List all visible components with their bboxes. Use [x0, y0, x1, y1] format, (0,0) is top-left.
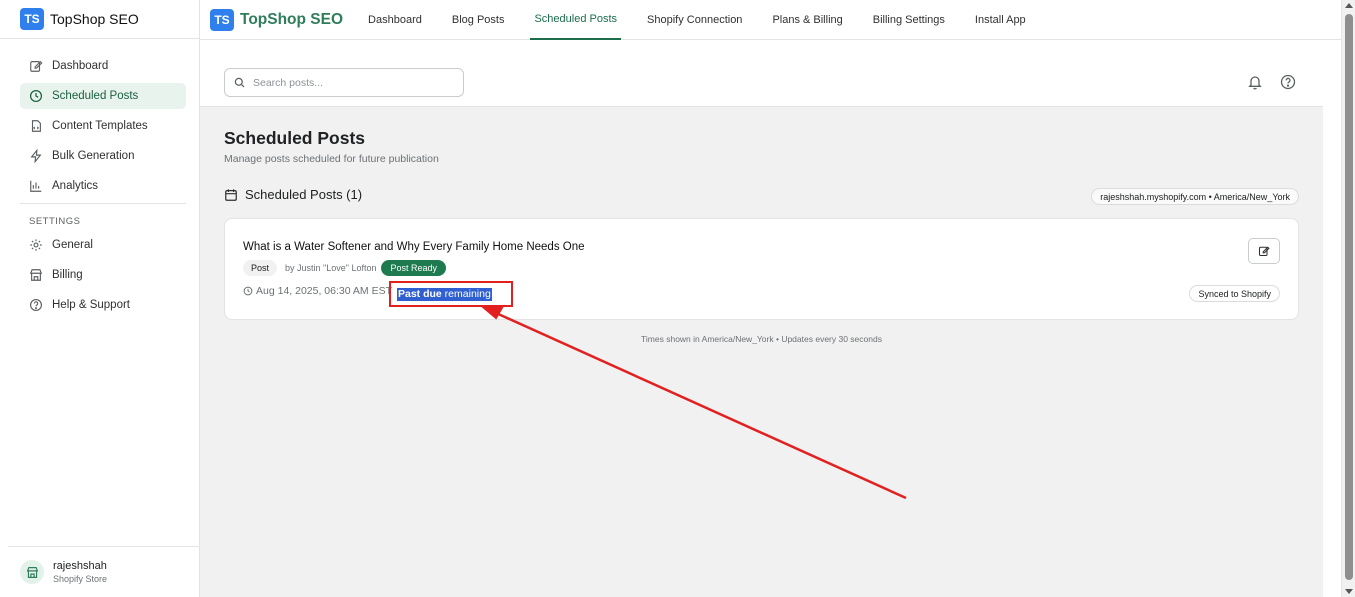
- store-timezone-badge: rajeshshah.myshopify.com • America/New_Y…: [1091, 188, 1299, 205]
- calendar-icon: [225, 188, 237, 201]
- sidebar-item-scheduled-posts[interactable]: Scheduled Posts: [20, 83, 186, 109]
- sidebar-item-label: Content Templates: [52, 120, 148, 132]
- lightning-icon: [30, 149, 42, 163]
- sidebar-item-label: Scheduled Posts: [52, 90, 139, 102]
- avatar: [20, 560, 44, 584]
- sidebar-item-label: Help & Support: [52, 299, 130, 311]
- tab-billing-settings[interactable]: Billing Settings: [869, 0, 949, 40]
- page-subtitle: Manage posts scheduled for future public…: [224, 153, 439, 165]
- bar-chart-icon: [30, 180, 42, 192]
- scrollbar[interactable]: [1341, 0, 1355, 597]
- sidebar-divider: [20, 203, 186, 204]
- section-title: Scheduled Posts (1): [245, 187, 363, 202]
- sidebar-item-analytics[interactable]: Analytics: [20, 173, 186, 199]
- tab-dashboard[interactable]: Dashboard: [364, 0, 426, 40]
- scheduled-time: Aug 14, 2025, 06:30 AM EST: [256, 285, 393, 297]
- tab-plans-billing[interactable]: Plans & Billing: [768, 0, 846, 40]
- tab-scheduled-posts[interactable]: Scheduled Posts: [530, 0, 622, 40]
- post-author: by Justin "Love" Lofton: [285, 263, 377, 273]
- sidebar-item-label: Analytics: [52, 180, 99, 192]
- edit-icon: [30, 60, 43, 72]
- app-logo: TS: [20, 8, 44, 30]
- remaining-status-bold: Past due: [398, 288, 442, 300]
- clock-icon: [29, 89, 43, 103]
- edit-icon: [1258, 246, 1270, 257]
- remaining-time-status: Past due remaining: [397, 288, 492, 301]
- help-icon: [30, 299, 42, 311]
- scroll-up-arrow[interactable]: [1345, 3, 1353, 8]
- sidebar-item-help-support[interactable]: Help & Support: [20, 292, 186, 318]
- sidebar-brand[interactable]: TS TopShop SEO: [0, 0, 199, 39]
- search-input[interactable]: [253, 76, 453, 89]
- page-title: Scheduled Posts: [224, 128, 366, 148]
- sidebar-item-content-templates[interactable]: Content Templates: [20, 113, 186, 139]
- scroll-thumb[interactable]: [1345, 14, 1353, 580]
- brand-name: TopShop SEO: [50, 11, 139, 27]
- main-content: Scheduled Posts Manage posts scheduled f…: [200, 40, 1323, 597]
- tab-blog-posts[interactable]: Blog Posts: [448, 0, 509, 40]
- search-icon: [234, 77, 245, 88]
- sidebar-item-label: General: [52, 239, 93, 251]
- clock-icon: [243, 286, 253, 296]
- sidebar-item-label: Dashboard: [52, 60, 109, 72]
- nav-tabs: Dashboard Blog Posts Scheduled Posts Sho…: [353, 0, 1041, 40]
- scheduled-post-card: What is a Water Softener and Why Every F…: [224, 218, 1299, 320]
- status-badge: Post Ready: [381, 260, 446, 276]
- store-icon: [26, 566, 38, 578]
- sidebar-item-general[interactable]: General: [20, 232, 186, 258]
- remaining-status-rest: remaining: [441, 288, 491, 300]
- gear-icon: [30, 239, 42, 251]
- sidebar: TS TopShop SEO Dashboard Scheduled Posts…: [0, 0, 200, 597]
- sidebar-item-label: Bulk Generation: [52, 150, 135, 162]
- top-brand[interactable]: TS TopShop SEO: [210, 8, 344, 31]
- search-box[interactable]: [224, 68, 464, 97]
- store-profile[interactable]: rajeshshah Shopify Store: [8, 546, 199, 597]
- store-name: rajeshshah: [53, 560, 107, 572]
- bell-icon[interactable]: [1247, 74, 1263, 90]
- store-type: Shopify Store: [53, 574, 108, 584]
- sidebar-item-bulk-generation[interactable]: Bulk Generation: [20, 143, 186, 169]
- schedule-row: Aug 14, 2025, 06:30 AM EST: [243, 285, 392, 297]
- sidebar-item-label: Billing: [52, 269, 83, 281]
- section-header: Scheduled Posts (1): [224, 187, 362, 202]
- sidebar-nav: Dashboard Scheduled Posts Content Templa…: [0, 39, 199, 318]
- app-logo: TS: [210, 8, 234, 31]
- post-type-badge: Post: [243, 260, 278, 276]
- timezone-footnote: Times shown in America/New_York • Update…: [641, 334, 882, 344]
- template-icon: [31, 120, 41, 132]
- sidebar-item-billing[interactable]: Billing: [20, 262, 186, 288]
- post-title: What is a Water Softener and Why Every F…: [243, 241, 585, 253]
- scroll-down-arrow[interactable]: [1345, 589, 1353, 594]
- edit-post-button[interactable]: [1248, 238, 1280, 264]
- top-brand-name: TopShop SEO: [240, 10, 344, 28]
- sidebar-item-dashboard[interactable]: Dashboard: [20, 53, 186, 79]
- settings-section-label: SETTINGS: [29, 215, 81, 227]
- post-meta: Post by Justin "Love" Lofton Post Ready: [243, 260, 446, 276]
- top-navigation: TS TopShop SEO Dashboard Blog Posts Sche…: [200, 0, 1341, 40]
- help-icon[interactable]: [1280, 74, 1296, 90]
- sync-status-badge: Synced to Shopify: [1189, 285, 1280, 302]
- tab-install-app[interactable]: Install App: [971, 0, 1030, 40]
- tab-shopify-connection[interactable]: Shopify Connection: [643, 0, 746, 40]
- search-bar: [200, 40, 1323, 107]
- store-icon: [29, 269, 43, 281]
- annotation-highlight-box: Past due remaining: [389, 281, 513, 307]
